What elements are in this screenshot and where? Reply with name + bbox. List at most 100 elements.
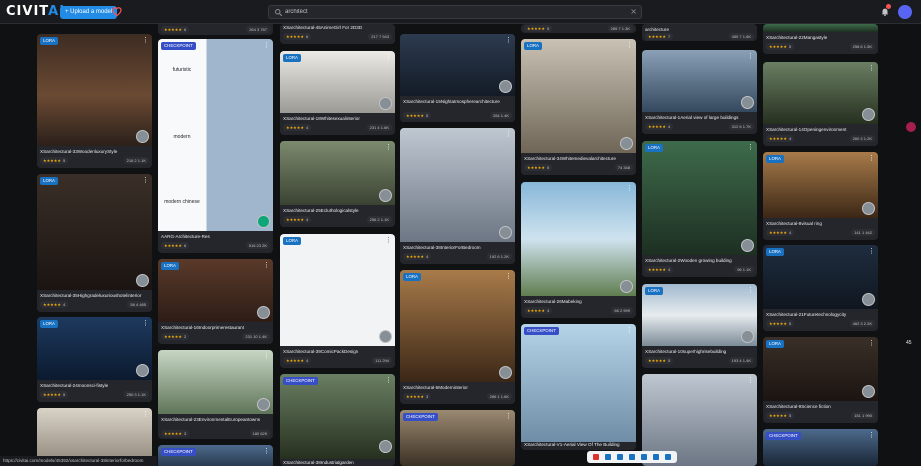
creator-avatar[interactable]	[257, 398, 270, 411]
card-image[interactable]	[280, 141, 395, 205]
creator-avatar[interactable]	[257, 215, 270, 228]
model-card[interactable]: ⋮ XSarchitectural-15Nightatmospherearchi…	[400, 34, 515, 122]
card-image[interactable]	[400, 270, 515, 382]
partial-card-top[interactable]: architecture ★★★★★ 7 455 7 1.6K	[642, 24, 757, 41]
model-card[interactable]: LORA ⋮ XSarchitectural-16Indoorprimerest…	[158, 259, 273, 344]
ime-menu-icon[interactable]	[665, 454, 671, 460]
menu-dots-icon[interactable]: ⋮	[747, 52, 754, 60]
creator-avatar[interactable]	[499, 226, 512, 239]
civitai-logo[interactable]: CIVITAI	[6, 4, 65, 19]
menu-dots-icon[interactable]: ⋮	[385, 236, 392, 244]
creator-avatar[interactable]	[379, 97, 392, 110]
model-card[interactable]: LORA ⋮ XSarchitectural-18Whitesexualinte…	[280, 51, 395, 135]
menu-dots-icon[interactable]: ⋮	[263, 447, 270, 455]
menu-dots-icon[interactable]: ⋮	[385, 53, 392, 61]
model-card[interactable]: LORA ⋮ XSarchitectural-10superhighrisebu…	[642, 284, 757, 368]
model-card[interactable]: CHECKPOINT ⋮	[763, 429, 878, 466]
ime-lang-icon[interactable]	[605, 454, 611, 460]
creator-avatar[interactable]	[136, 274, 149, 287]
menu-dots-icon[interactable]: ⋮	[263, 261, 270, 269]
creator-avatar[interactable]	[620, 280, 633, 293]
partial-card-top[interactable]: ★★★★★ 6 264 3 787	[158, 24, 273, 35]
model-card[interactable]: LORA ⋮ XSarchitectural-34Whitemedievalar…	[521, 39, 636, 175]
menu-dots-icon[interactable]: ⋮	[263, 352, 270, 360]
creator-avatar[interactable]	[862, 202, 875, 215]
creator-avatar[interactable]	[257, 306, 270, 319]
card-image[interactable]	[280, 374, 395, 459]
model-card[interactable]: CHECKPOINT ⋮	[400, 410, 515, 466]
model-card[interactable]: CHECKPOINT ⋮	[158, 445, 273, 466]
creator-avatar[interactable]	[136, 364, 149, 377]
creator-avatar[interactable]	[862, 385, 875, 398]
card-image[interactable]	[642, 141, 757, 255]
card-image[interactable]	[521, 182, 636, 296]
partial-card-top[interactable]: XSarchitectural-45AnimeGirl For 2D3D ★★★★…	[280, 24, 395, 44]
partial-card-top[interactable]: XSarchitectural-22Mangastyle ★★★★★ 5 258 6 …	[763, 24, 878, 54]
upload-model-button[interactable]: + Upload a model	[60, 6, 118, 19]
menu-dots-icon[interactable]: ⋮	[263, 41, 270, 49]
model-card[interactable]: ⋮ XSarchitectural-38InteriorForBedroom ★★…	[400, 128, 515, 264]
menu-dots-icon[interactable]: ⋮	[385, 143, 392, 151]
card-image[interactable]	[642, 50, 757, 112]
menu-dots-icon[interactable]: ⋮	[142, 319, 149, 327]
menu-dots-icon[interactable]: ⋮	[626, 326, 633, 334]
menu-dots-icon[interactable]: ⋮	[747, 376, 754, 384]
model-card[interactable]: CHECKPOINT ⋮ XSarchitectural-V1-Aerial V…	[521, 324, 636, 450]
menu-dots-icon[interactable]: ⋮	[626, 41, 633, 49]
menu-dots-icon[interactable]: ⋮	[505, 272, 512, 280]
creator-avatar[interactable]	[379, 330, 392, 343]
menu-dots-icon[interactable]: ⋮	[747, 286, 754, 294]
creator-avatar[interactable]	[499, 366, 512, 379]
card-image[interactable]	[37, 34, 152, 146]
heart-icon[interactable]	[111, 5, 123, 17]
ime-toolbar[interactable]	[587, 451, 677, 463]
card-image[interactable]	[400, 34, 515, 96]
model-card[interactable]: ⋮ XSarchitectural-23EnvironmentalEuropea…	[158, 350, 273, 439]
menu-dots-icon[interactable]: ⋮	[868, 431, 875, 439]
menu-dots-icon[interactable]: ⋮	[747, 143, 754, 151]
model-card[interactable]: ⋮ XSarchitectural-1Aerial view of large …	[642, 50, 757, 134]
ime-logo-icon[interactable]	[593, 454, 599, 460]
creator-avatar[interactable]	[379, 189, 392, 202]
creator-avatar[interactable]	[741, 330, 754, 343]
model-card[interactable]: LORA ⋮ XSarchitectural-35Highgradeluxuri…	[37, 174, 152, 312]
menu-dots-icon[interactable]: ⋮	[142, 176, 149, 184]
card-image[interactable]	[763, 24, 878, 32]
card-image[interactable]	[521, 324, 636, 442]
menu-dots-icon[interactable]: ⋮	[505, 130, 512, 138]
creator-avatar[interactable]	[499, 80, 512, 93]
creator-avatar[interactable]	[862, 108, 875, 121]
model-card[interactable]: ⋮ XSarchitectural-26Mabeking ★★★★★ 4 66 2 5…	[521, 182, 636, 318]
model-card[interactable]: LORA ⋮ XSarchitectural-5Moderninterior ★★…	[400, 270, 515, 404]
model-card[interactable]: CHECKPOINT ⋮ XSarchitectural-38Industria…	[280, 374, 395, 466]
side-panel-toggle[interactable]	[906, 122, 916, 132]
card-image[interactable]	[400, 128, 515, 242]
menu-dots-icon[interactable]: ⋮	[505, 36, 512, 44]
creator-avatar[interactable]	[136, 130, 149, 143]
partial-card-top[interactable]: ★★★★★ 5 285 7 1.3K	[521, 24, 636, 33]
creator-avatar[interactable]	[379, 440, 392, 453]
menu-dots-icon[interactable]: ⋮	[868, 154, 875, 162]
model-card[interactable]: futuristic modern modern chinese CHECKPO…	[158, 39, 273, 253]
menu-dots-icon[interactable]: ⋮	[626, 184, 633, 192]
model-card[interactable]: LORA ⋮ XSarchitectural-9Science fiction ★…	[763, 337, 878, 423]
menu-dots-icon[interactable]: ⋮	[868, 339, 875, 347]
menu-dots-icon[interactable]: ⋮	[142, 410, 149, 418]
card-image[interactable]	[158, 350, 273, 414]
creator-avatar[interactable]	[741, 96, 754, 109]
model-card[interactable]: LORA ⋮ XSarchitectural-2Wooden growing b…	[642, 141, 757, 277]
menu-dots-icon[interactable]: ⋮	[142, 36, 149, 44]
menu-dots-icon[interactable]: ⋮	[868, 64, 875, 72]
creator-avatar[interactable]	[862, 293, 875, 306]
model-card[interactable]: LORA ⋮ XSarchitectural-33WoodenluxurySty…	[37, 34, 152, 168]
ime-skin-icon[interactable]	[653, 454, 659, 460]
search-bar[interactable]: ×	[268, 5, 642, 19]
ime-keyboard-icon[interactable]	[641, 454, 647, 460]
model-card[interactable]: ⋮ XSarchitectural-25Ecluthologicalstyle ★…	[280, 141, 395, 227]
menu-dots-icon[interactable]: ⋮	[505, 412, 512, 420]
menu-dots-icon[interactable]: ⋮	[868, 247, 875, 255]
model-card[interactable]: LORA ⋮ XSarchitectural-8visual ring ★★★★★…	[763, 152, 878, 240]
model-card[interactable]: LORA ⋮ XSarchitectural-39ComicPackDesign…	[280, 234, 395, 368]
creator-avatar[interactable]	[620, 137, 633, 150]
model-card[interactable]: LORA ⋮ XSarchitectural-21Futuretechnolog…	[763, 245, 878, 331]
